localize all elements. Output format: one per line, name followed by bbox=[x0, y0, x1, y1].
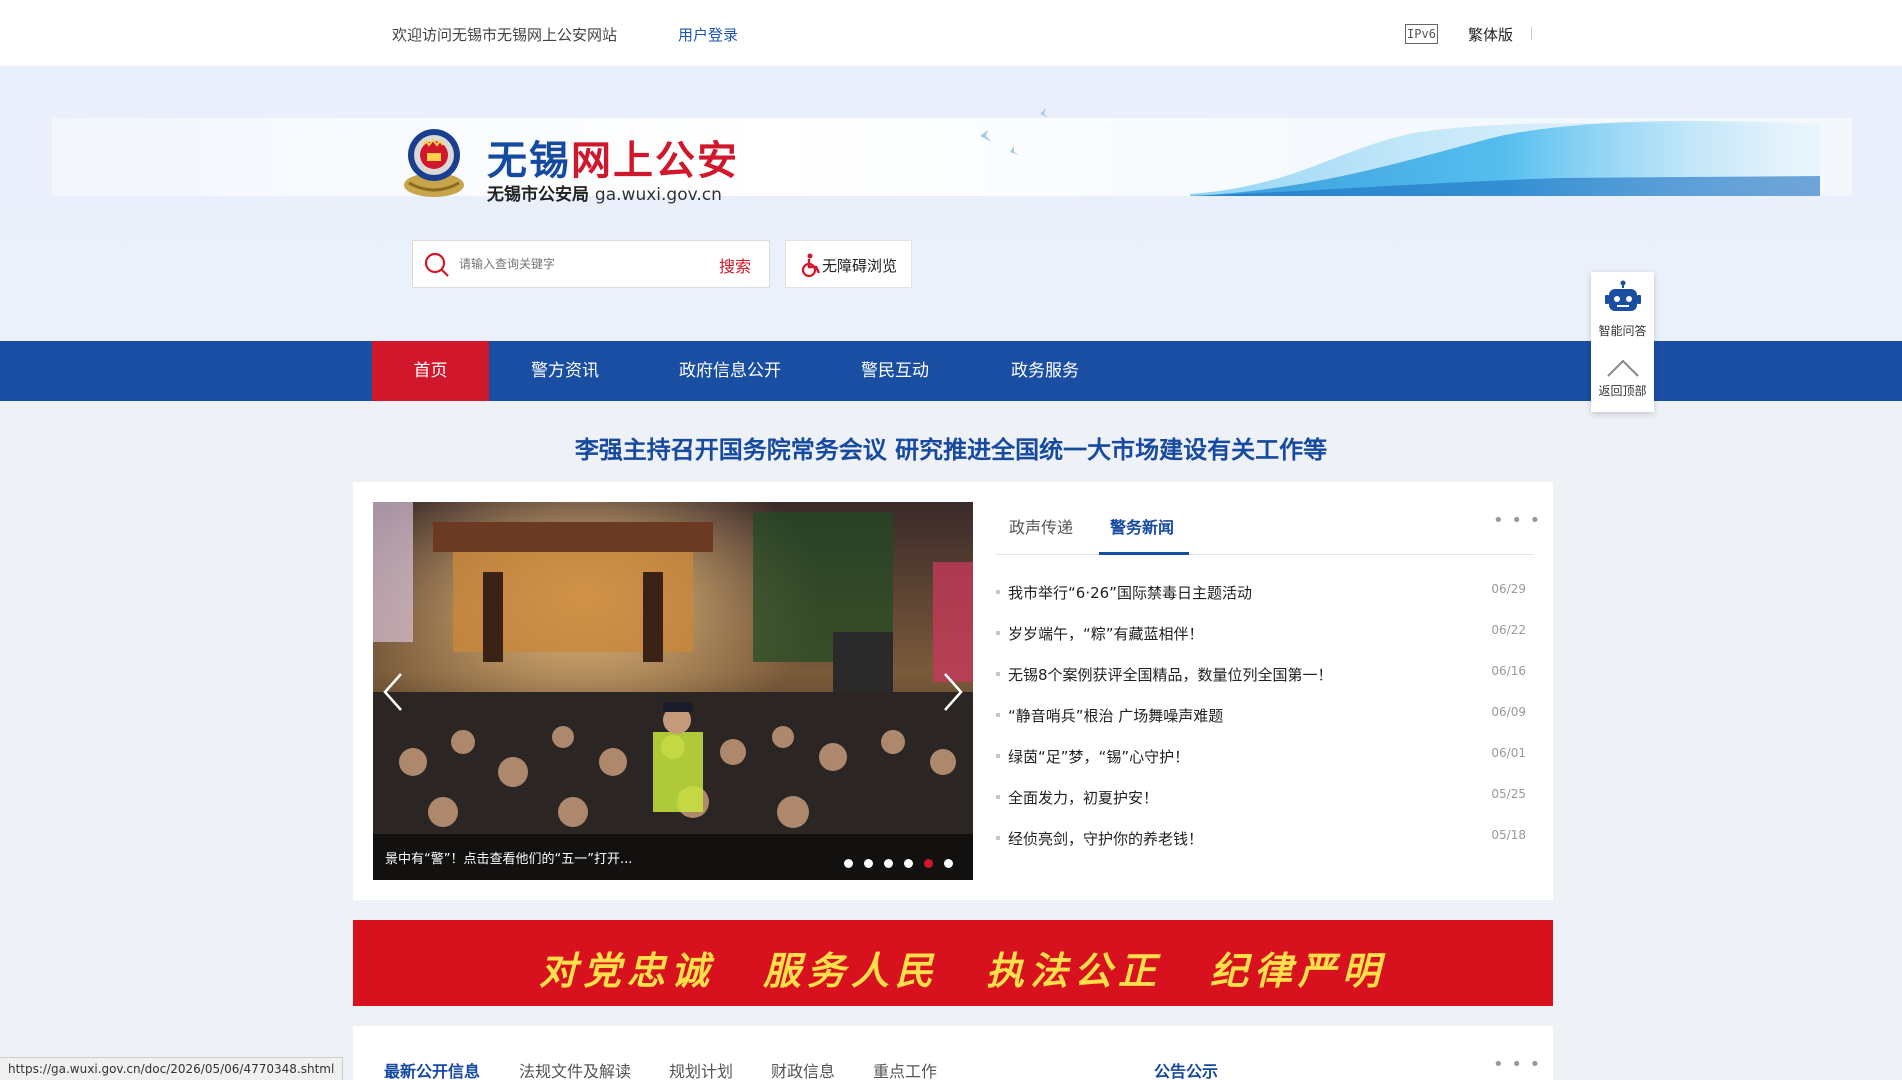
slider-next-icon[interactable] bbox=[937, 670, 967, 714]
bullet bbox=[996, 754, 1000, 758]
accessibility-label: 无障碍浏览 bbox=[822, 257, 898, 275]
news-item[interactable]: 岁岁端午，“粽”有藏蓝相伴！ 06/22 bbox=[996, 623, 1526, 647]
divider bbox=[1531, 27, 1532, 40]
news-item[interactable]: 绿茵“足”梦，“锡”心守护！ 06/01 bbox=[996, 746, 1526, 770]
bullet bbox=[996, 713, 1000, 717]
slider-dot[interactable] bbox=[904, 859, 913, 868]
smart-qa-button[interactable]: 智能问答 bbox=[1591, 280, 1654, 339]
chevron-up-icon bbox=[1606, 359, 1639, 377]
site-title: 无锡网上公安 bbox=[487, 128, 739, 186]
nav-item-home[interactable]: 首页 bbox=[372, 341, 489, 401]
tab-regulations[interactable]: 法规文件及解读 bbox=[519, 1058, 631, 1080]
tab-latest-info[interactable]: 最新公开信息 bbox=[384, 1058, 480, 1080]
bullet bbox=[996, 672, 1000, 676]
news-title: 我市举行“6·26”国际禁毒日主题活动 bbox=[1008, 584, 1252, 602]
news-title: 岁岁端午，“粽”有藏蓝相伴！ bbox=[1008, 625, 1204, 643]
police-emblem-icon bbox=[404, 129, 464, 197]
news-date: 05/25 bbox=[1491, 787, 1526, 801]
traditional-chinese-link[interactable]: 繁体版 bbox=[1468, 24, 1513, 45]
floating-toolbar: 智能问答 返回顶部 bbox=[1591, 272, 1654, 412]
tab-finance[interactable]: 财政信息 bbox=[771, 1058, 835, 1080]
slider-photo bbox=[373, 502, 973, 880]
tab-announcements[interactable]: 公告公示 bbox=[1154, 1058, 1218, 1080]
slider-dot-active[interactable] bbox=[924, 859, 933, 868]
news-item[interactable]: 我市举行“6·26”国际禁毒日主题活动 06/29 bbox=[996, 582, 1526, 606]
nav-item-police-news[interactable]: 警方资讯 bbox=[510, 341, 620, 401]
search-icon bbox=[424, 252, 449, 277]
nav-item-gov-info[interactable]: 政府信息公开 bbox=[660, 341, 800, 401]
motto-justice: 执法公正 bbox=[986, 948, 1163, 993]
user-login-link[interactable]: 用户登录 bbox=[678, 24, 738, 45]
news-title: “静音哨兵”根治 广场舞噪声难题 bbox=[1008, 707, 1224, 725]
news-title: 无锡8个案例获评全国精品，数量位列全国第一！ bbox=[1008, 666, 1333, 684]
site-title-name: 网上公安 bbox=[571, 138, 739, 184]
more-announcements-button[interactable]: • • • bbox=[1493, 1054, 1541, 1075]
news-date: 06/22 bbox=[1491, 623, 1526, 637]
active-tab-indicator bbox=[1099, 552, 1189, 555]
nav-item-services[interactable]: 政务服务 bbox=[990, 341, 1100, 401]
bullet bbox=[996, 836, 1000, 840]
news-item[interactable]: “静音哨兵”根治 广场舞噪声难题 06/09 bbox=[996, 705, 1526, 729]
motto-banner: 对党忠诚 服务人民 执法公正 纪律严明 bbox=[353, 920, 1553, 1006]
tab-police-news[interactable]: 警务新闻 bbox=[1110, 514, 1174, 538]
site-subtitle: 无锡市公安局 ga.wuxi.gov.cn bbox=[487, 180, 722, 205]
news-date: 06/29 bbox=[1491, 582, 1526, 596]
slider-caption[interactable]: 景中有“警”！点击查看他们的“五一”打开... bbox=[385, 848, 632, 867]
site-domain: ga.wuxi.gov.cn bbox=[594, 185, 722, 205]
robot-icon bbox=[1604, 280, 1641, 311]
slider-prev-icon[interactable] bbox=[379, 670, 409, 714]
slider-dot[interactable] bbox=[884, 859, 893, 868]
news-date: 06/01 bbox=[1491, 746, 1526, 760]
bureau-name: 无锡市公安局 bbox=[487, 185, 589, 205]
header-wave-decoration bbox=[980, 108, 1820, 196]
slider-caption-bar: 景中有“警”！点击查看他们的“五一”打开... bbox=[373, 834, 973, 880]
motto-loyalty: 对党忠诚 bbox=[539, 948, 716, 993]
search-box: 搜索 bbox=[412, 240, 770, 288]
slider-dot[interactable] bbox=[864, 859, 873, 868]
motto-discipline: 纪律严明 bbox=[1210, 948, 1387, 993]
more-news-button[interactable]: • • • bbox=[1493, 510, 1541, 531]
news-item[interactable]: 经侦亮剑，守护你的养老钱！ 05/18 bbox=[996, 828, 1526, 852]
back-to-top-label: 返回顶部 bbox=[1598, 384, 1647, 398]
top-bar: 欢迎访问无锡市无锡网上公安网站 用户登录 IPv6 繁体版 bbox=[0, 0, 1902, 66]
news-date: 05/18 bbox=[1491, 828, 1526, 842]
bullet bbox=[996, 590, 1000, 594]
tab-key-work[interactable]: 重点工作 bbox=[873, 1058, 937, 1080]
smart-qa-label: 智能问答 bbox=[1598, 324, 1647, 338]
slider-dot[interactable] bbox=[844, 859, 853, 868]
news-card: 景中有“警”！点击查看他们的“五一”打开... 政声传递 警务新闻 • • • … bbox=[353, 482, 1553, 900]
info-disclosure-card: 最新公开信息 法规文件及解读 规划计划 财政信息 重点工作 公告公示 • • • bbox=[353, 1026, 1553, 1080]
tabs-divider bbox=[996, 554, 1534, 555]
welcome-text: 欢迎访问无锡市无锡网上公安网站 bbox=[392, 26, 618, 44]
bullet bbox=[996, 631, 1000, 635]
bullet bbox=[996, 795, 1000, 799]
tab-plans[interactable]: 规划计划 bbox=[669, 1058, 733, 1080]
search-input[interactable] bbox=[459, 253, 689, 275]
news-title: 绿茵“足”梦，“锡”心守护！ bbox=[1008, 748, 1190, 766]
wheelchair-icon bbox=[801, 253, 821, 277]
browser-status-url: https://ga.wuxi.gov.cn/doc/2026/05/06/47… bbox=[0, 1057, 344, 1080]
motto-service: 服务人民 bbox=[763, 948, 940, 993]
news-date: 06/09 bbox=[1491, 705, 1526, 719]
news-item[interactable]: 无锡8个案例获评全国精品，数量位列全国第一！ 06/16 bbox=[996, 664, 1526, 688]
news-title: 全面发力，初夏护安！ bbox=[1008, 789, 1159, 807]
ipv6-badge: IPv6 bbox=[1405, 24, 1438, 44]
accessibility-button[interactable]: 无障碍浏览 bbox=[785, 240, 912, 288]
news-date: 06/16 bbox=[1491, 664, 1526, 678]
news-item[interactable]: 全面发力，初夏护安！ 05/25 bbox=[996, 787, 1526, 811]
nav-item-interaction[interactable]: 警民互动 bbox=[840, 341, 950, 401]
site-title-city: 无锡 bbox=[487, 138, 571, 184]
slider-dots bbox=[833, 853, 953, 872]
slider-dot[interactable] bbox=[944, 859, 953, 868]
back-to-top-button[interactable]: 返回顶部 bbox=[1591, 356, 1654, 399]
news-title: 经侦亮剑，守护你的养老钱！ bbox=[1008, 830, 1204, 848]
search-button[interactable]: 搜索 bbox=[719, 253, 751, 277]
tab-gov-voice[interactable]: 政声传递 bbox=[1009, 514, 1073, 538]
headline-link[interactable]: 李强主持召开国务院常务会议 研究推进全国统一大市场建设有关工作等 bbox=[0, 430, 1902, 465]
image-slider[interactable]: 景中有“警”！点击查看他们的“五一”打开... bbox=[373, 502, 973, 880]
